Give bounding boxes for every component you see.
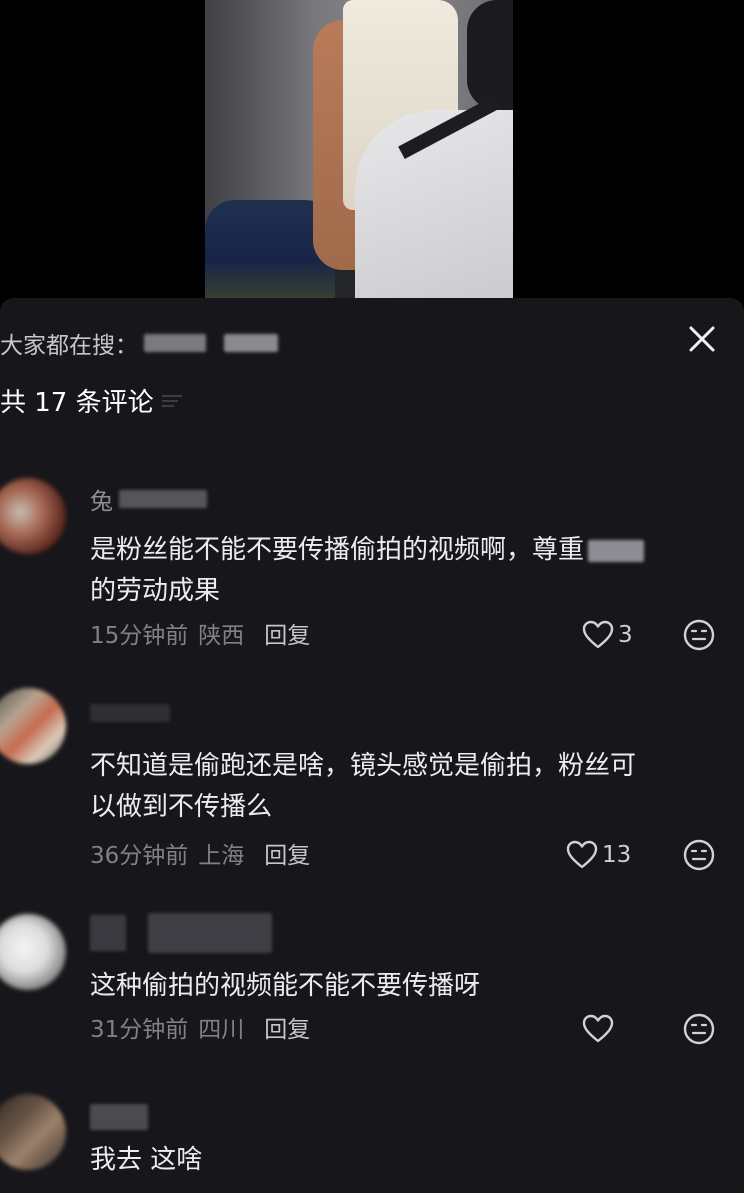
heart-icon [582, 1014, 614, 1043]
comment-time: 31分钟前 [90, 1017, 189, 1043]
comment-text: 不知道是偷跑还是啥，镜头感觉是偷拍，粉丝可 以做到不传播么 [90, 751, 637, 822]
comment-meta: 31分钟前 四川 回复 [90, 1010, 310, 1044]
trending-search-bar[interactable]: 大家都在搜： [0, 326, 278, 360]
comment-location: 上海 [198, 843, 245, 869]
blurred-username [90, 1104, 148, 1130]
reply-button[interactable]: 回复 [264, 1010, 310, 1044]
comment-text: 这种偷拍的视频能不能不要传播呀 [90, 971, 481, 1001]
reply-button[interactable]: 回复 [264, 616, 310, 650]
heart-icon [566, 840, 598, 869]
reply-button[interactable]: 回复 [264, 836, 310, 870]
blurred-username-2 [148, 913, 272, 953]
like-count: 13 [602, 842, 632, 868]
blurred-search-term[interactable] [144, 334, 206, 352]
meh-face-icon[interactable] [682, 1012, 716, 1046]
sort-icon[interactable] [160, 391, 184, 411]
blurred-search-term-2[interactable] [224, 334, 278, 352]
like-button[interactable]: 3 [582, 618, 633, 652]
user-avatar[interactable] [0, 478, 66, 554]
meh-face-icon[interactable] [682, 618, 716, 652]
comment-text: 是粉丝能不能不要传播偷拍的视频啊，尊重 的劳动成果 [90, 530, 700, 612]
comment-username[interactable]: 兔 [90, 482, 207, 516]
heart-icon [582, 620, 614, 649]
trending-search-label: 大家都在搜： [0, 333, 138, 359]
blurred-username [90, 704, 170, 722]
user-avatar[interactable] [0, 1094, 66, 1170]
user-avatar[interactable] [0, 914, 66, 990]
comment-username[interactable] [90, 696, 170, 730]
comment-text: 我去 这啥 [90, 1145, 203, 1175]
comment-time: 15分钟前 [90, 623, 189, 649]
comment-meta-cropped [90, 1186, 330, 1193]
comment-time: 36分钟前 [90, 843, 189, 869]
blurred-name [588, 539, 645, 562]
comment-meta: 15分钟前 陕西 回复 [90, 616, 310, 650]
blurred-username [90, 915, 126, 951]
comment-count-title: 共 17 条评论 [0, 382, 184, 419]
screen: 大家都在搜： 共 17 条评论 兔 是粉丝能不能不要传播偷拍的视频啊，尊重 的劳… [0, 0, 744, 1193]
comment-username[interactable] [90, 913, 272, 953]
meh-face-icon[interactable] [682, 838, 716, 872]
comment-username[interactable] [90, 1100, 148, 1134]
video-second-figure-hair [467, 0, 513, 110]
like-button[interactable]: 13 [566, 838, 631, 872]
comment-location: 四川 [198, 1017, 245, 1043]
blurred-username [119, 490, 207, 508]
like-count: 3 [618, 622, 633, 648]
like-button[interactable] [582, 1012, 618, 1046]
comment-count-label: 共 17 条评论 [0, 388, 154, 418]
comment-meta: 36分钟前 上海 回复 [90, 836, 310, 870]
user-avatar[interactable] [0, 688, 66, 764]
comments-panel: 大家都在搜： 共 17 条评论 兔 是粉丝能不能不要传播偷拍的视频啊，尊重 的劳… [0, 298, 744, 1193]
comment-location: 陕西 [198, 623, 245, 649]
video-player[interactable] [205, 0, 513, 300]
close-icon[interactable] [687, 324, 717, 354]
